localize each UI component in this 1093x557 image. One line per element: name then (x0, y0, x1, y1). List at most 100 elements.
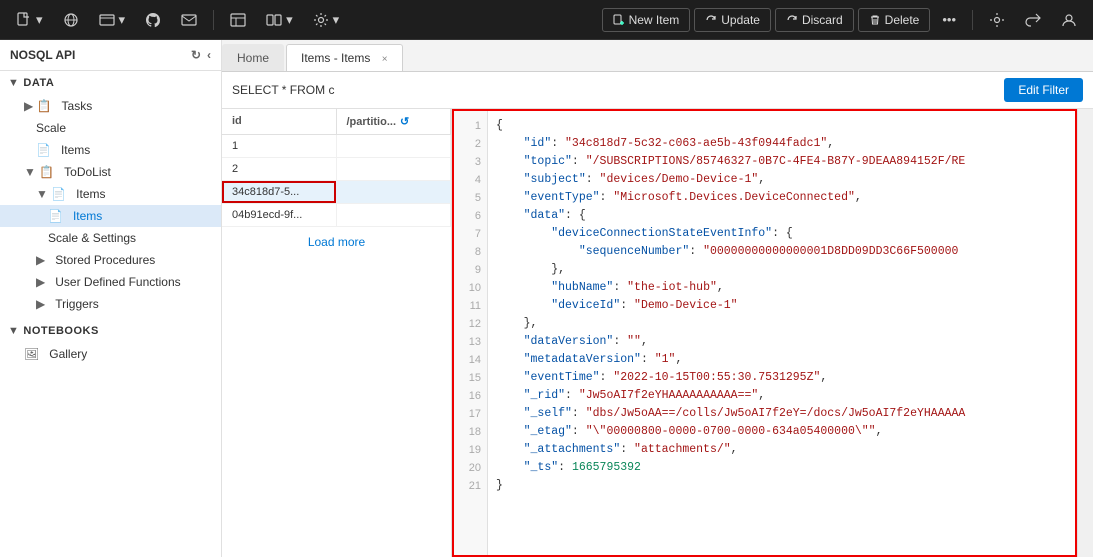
refresh-icon[interactable]: ↻ (191, 48, 201, 62)
th-partition-label: /partitio... (347, 116, 397, 128)
json-content[interactable]: { "id": "34c818d7-5c32-c063-ae5b-43f0944… (488, 109, 1077, 557)
tasks-folder-icon: ▶ 📋 (24, 99, 52, 113)
sidebar-item-triggers[interactable]: ▶ Triggers (0, 293, 221, 315)
browser-icon[interactable]: ▾ (91, 8, 134, 32)
gallery-icon: 🖼 (24, 347, 39, 361)
td-partition-1 (337, 135, 452, 157)
items-tasks-label: Items (61, 143, 90, 157)
settings-icon[interactable]: ▾ (305, 8, 348, 32)
delete-button[interactable]: Delete (858, 8, 931, 32)
line-numbers: 1 2 3 4 5 6 7 8 9 10 11 12 13 14 15 16 1 (452, 109, 488, 557)
ln-13: 13 (452, 333, 487, 351)
section-data[interactable]: ▼ DATA (0, 71, 221, 95)
udf-icon: ▶ (36, 275, 45, 289)
items-active-icon: 📄 (48, 209, 63, 223)
ln-18: 18 (452, 423, 487, 441)
ln-19: 19 (452, 441, 487, 459)
update-button[interactable]: Update (694, 8, 771, 32)
refresh-partition-icon[interactable]: ↺ (400, 115, 409, 128)
items-todolist-label: Items (76, 187, 105, 201)
gear-settings-icon[interactable] (981, 8, 1013, 32)
td-id-3: 34c818d7-5... (222, 181, 336, 203)
table-body: 1 2 34c818d7-5... 04b91ecd-9f... (222, 135, 451, 557)
td-id-4: 04b91ecd-9f... (222, 204, 337, 226)
items-tasks-icon: 📄 (36, 143, 51, 157)
file-icon[interactable]: ▾ (8, 8, 51, 32)
ln-1: 1 (452, 117, 487, 135)
sidebar-header: NOSQL API ↻ ‹ (0, 40, 221, 71)
table-row-selected[interactable]: 34c818d7-5... (222, 181, 451, 204)
results-area: id /partitio... ↺ 1 2 (222, 109, 1093, 557)
tasks-label: Tasks (62, 99, 93, 113)
triggers-icon: ▶ (36, 297, 45, 311)
ln-4: 4 (452, 171, 487, 189)
sidebar-header-icons: ↻ ‹ (191, 48, 211, 62)
sidebar-title: NOSQL API (10, 48, 75, 62)
file-dropdown[interactable]: ▾ (36, 12, 43, 28)
top-toolbar: ▾ ▾ ▾ ▾ New Item Update Discard Delete • (0, 0, 1093, 40)
cosmos-icon[interactable] (55, 8, 87, 32)
tab-home-label: Home (237, 51, 269, 65)
table-icon[interactable] (222, 8, 254, 32)
share-icon[interactable] (1017, 8, 1049, 32)
ln-11: 11 (452, 297, 487, 315)
sidebar-item-items-active[interactable]: 📄 Items (0, 205, 221, 227)
mail-icon[interactable] (173, 8, 205, 32)
query-input[interactable] (232, 83, 996, 97)
sidebar: NOSQL API ↻ ‹ ▼ DATA ▶ 📋 Tasks Scale 📄 I… (0, 40, 222, 557)
more-options-icon[interactable]: ••• (934, 8, 964, 31)
section-notebooks[interactable]: ▼ NOTEBOOKS (0, 319, 221, 343)
sidebar-item-udf[interactable]: ▶ User Defined Functions (0, 271, 221, 293)
ln-20: 20 (452, 459, 487, 477)
json-panel: 1 2 3 4 5 6 7 8 9 10 11 12 13 14 15 16 1 (452, 109, 1093, 557)
td-id-2: 2 (222, 158, 337, 180)
ln-17: 17 (452, 405, 487, 423)
scale-settings-label: Scale & Settings (48, 231, 136, 245)
triggers-label: Triggers (55, 297, 99, 311)
sidebar-item-stored-procedures[interactable]: ▶ Stored Procedures (0, 249, 221, 271)
section-data-label: DATA (23, 77, 54, 89)
stored-procedures-label: Stored Procedures (55, 253, 155, 267)
td-partition-2 (337, 158, 452, 180)
ln-12: 12 (452, 315, 487, 333)
sidebar-item-todolist[interactable]: ▼ 📋 ToDoList (0, 161, 221, 183)
td-partition-3 (336, 181, 451, 203)
collapse-icon[interactable]: ‹ (207, 48, 211, 62)
table-row[interactable]: 04b91ecd-9f... (222, 204, 451, 227)
tab-bar: Home Items - Items × (222, 40, 1093, 72)
sidebar-item-tasks[interactable]: ▶ 📋 Tasks (0, 95, 221, 117)
sidebar-item-gallery[interactable]: 🖼 Gallery (0, 343, 221, 365)
explorer-icon[interactable]: ▾ (258, 8, 301, 32)
todolist-icon: ▼ 📋 (24, 165, 54, 179)
github-icon[interactable] (137, 8, 169, 32)
ln-3: 3 (452, 153, 487, 171)
toolbar-divider-2 (972, 10, 973, 30)
query-bar: Edit Filter (222, 72, 1093, 109)
gallery-label: Gallery (49, 347, 87, 361)
ln-6: 6 (452, 207, 487, 225)
table-row[interactable]: 1 (222, 135, 451, 158)
scrollbar[interactable] (1077, 109, 1093, 557)
tab-home[interactable]: Home (222, 44, 284, 71)
filter-button[interactable]: Edit Filter (1004, 78, 1083, 102)
load-more-button[interactable]: Load more (222, 227, 451, 257)
main-layout: NOSQL API ↻ ‹ ▼ DATA ▶ 📋 Tasks Scale 📄 I… (0, 40, 1093, 557)
th-id: id (222, 109, 337, 134)
discard-button[interactable]: Discard (775, 8, 854, 32)
td-partition-4 (337, 204, 452, 226)
table-header: id /partitio... ↺ (222, 109, 451, 135)
sidebar-item-items-todolist[interactable]: ▼ 📄 Items (0, 183, 221, 205)
udf-label: User Defined Functions (55, 275, 180, 289)
sidebar-item-scale-settings[interactable]: Scale & Settings (0, 227, 221, 249)
ln-5: 5 (452, 189, 487, 207)
table-panel: id /partitio... ↺ 1 2 (222, 109, 452, 557)
sidebar-item-scale[interactable]: Scale (0, 117, 221, 139)
tab-items[interactable]: Items - Items × (286, 44, 403, 71)
user-icon[interactable] (1053, 8, 1085, 32)
ln-10: 10 (452, 279, 487, 297)
tab-close-icon[interactable]: × (382, 54, 388, 65)
new-item-button[interactable]: New Item (602, 8, 691, 32)
items-todolist-icon: ▼ 📄 (36, 187, 66, 201)
sidebar-item-items-tasks[interactable]: 📄 Items (0, 139, 221, 161)
table-row[interactable]: 2 (222, 158, 451, 181)
